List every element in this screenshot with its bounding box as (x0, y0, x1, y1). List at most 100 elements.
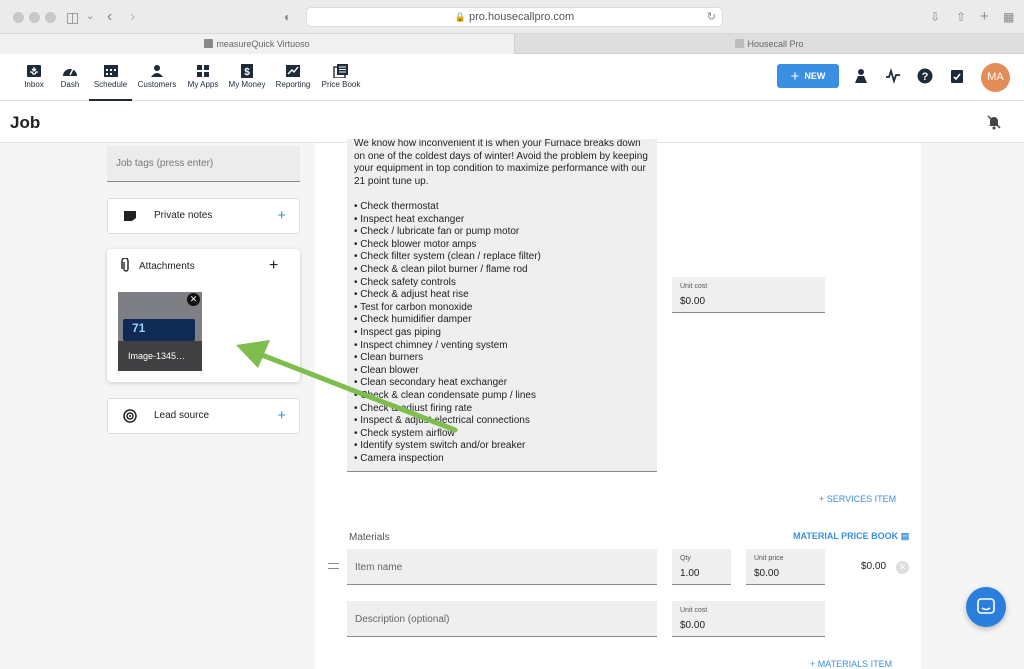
tasks-icon[interactable] (949, 68, 965, 84)
tab-label: Housecall Pro (747, 39, 804, 49)
book-icon (333, 64, 348, 78)
lead-source-card[interactable]: Lead source + (107, 398, 300, 434)
unit-cost-label: Unit cost (680, 607, 708, 614)
app-nav-bar: Inbox Dash Schedule Customers My Apps $ … (0, 54, 1024, 101)
reload-icon[interactable]: ↻ (707, 8, 716, 26)
nav-inbox[interactable]: Inbox (18, 54, 50, 101)
service-description-text: We know how inconvenient it is when your… (354, 139, 648, 187)
checklist-item: Inspect & adjust electrical connections (354, 415, 541, 428)
no-notifications-icon[interactable] (986, 114, 1002, 130)
paperclip-icon (121, 258, 129, 272)
remove-attachment-icon[interactable]: ✕ (187, 293, 200, 306)
service-description-textarea[interactable]: We know how inconvenient it is when your… (347, 139, 657, 472)
svg-text:$: $ (244, 67, 250, 78)
money-icon: $ (241, 64, 253, 78)
share-icon[interactable]: ⇧ (956, 9, 966, 25)
sidebar-toggle-icon[interactable]: ◫ (66, 9, 79, 25)
close-window-button[interactable] (13, 12, 24, 23)
material-unit-price-input[interactable]: Unit price $0.00 (746, 549, 825, 585)
checklist-item: Test for carbon monoxide (354, 302, 541, 315)
privacy-shield-icon[interactable]: ◐ (284, 9, 291, 25)
private-notes-card[interactable]: Private notes + (107, 198, 300, 234)
nav-label: Dash (60, 80, 80, 89)
new-button[interactable]: + NEW (777, 64, 839, 88)
tab-measurequick[interactable]: measureQuick Virtuoso (0, 34, 514, 54)
material-price-book-link[interactable]: MATERIAL PRICE BOOK ▤ (793, 531, 909, 542)
private-notes-label: Private notes (154, 210, 213, 221)
checklist-item: Check safety controls (354, 277, 541, 290)
item-name-placeholder: Item name (355, 562, 403, 573)
checklist-item: Inspect chimney / venting system (354, 340, 541, 353)
qty-value: 1.00 (680, 568, 700, 579)
avatar[interactable]: MA (981, 63, 1010, 92)
checklist-item: Check & adjust firing rate (354, 403, 541, 416)
add-materials-item-button[interactable]: + MATERIALS ITEM (810, 659, 892, 669)
zoom-window-button[interactable] (45, 12, 56, 23)
back-icon[interactable]: ‹ (107, 9, 112, 25)
chat-icon (977, 598, 995, 614)
materials-title: Materials (349, 532, 390, 543)
checklist-item: Check blower motor amps (354, 239, 541, 252)
checklist-item: Clean blower (354, 365, 541, 378)
nav-my-money[interactable]: $ My Money (227, 54, 267, 101)
address-bar[interactable]: 🔒 pro.housecallpro.com ↻ (306, 7, 723, 27)
download-icon[interactable]: ⇩ (930, 9, 940, 25)
add-lead-source-button[interactable]: + (277, 407, 286, 424)
material-price-book-label: MATERIAL PRICE BOOK (793, 531, 899, 541)
favicon-icon (735, 39, 745, 48)
url-text: pro.housecallpro.com (469, 11, 575, 23)
material-item-name-input[interactable]: Item name (347, 549, 657, 585)
attachments-card: Attachments + 71 Image-1345… ✕ (107, 249, 300, 382)
add-private-note-button[interactable]: + (277, 207, 286, 224)
new-tab-icon[interactable]: + (980, 9, 989, 25)
material-description-input[interactable]: Description (optional) (347, 601, 657, 637)
drag-handle-icon[interactable] (328, 563, 339, 569)
chat-launcher-button[interactable] (966, 587, 1006, 627)
minimize-window-button[interactable] (29, 12, 40, 23)
checklist-item: Inspect heat exchanger (354, 214, 541, 227)
service-unit-cost-field[interactable]: Unit cost $0.00 (672, 277, 825, 313)
nav-customers[interactable]: Customers (136, 54, 178, 101)
forward-icon[interactable]: › (130, 9, 135, 25)
nav-dash[interactable]: Dash (56, 54, 84, 101)
chevron-down-icon[interactable]: ⌄ (86, 9, 94, 25)
help-icon[interactable]: ? (917, 68, 933, 84)
tab-label: measureQuick Virtuoso (216, 39, 310, 49)
thumbnail-temp-text: 71 (132, 321, 146, 335)
add-attachment-button[interactable]: + (269, 257, 278, 275)
calendar-icon (103, 65, 118, 77)
page-title: Job (10, 113, 41, 132)
nav-price-book[interactable]: Price Book (320, 54, 362, 101)
inbox-icon (27, 65, 41, 77)
activity-icon[interactable] (885, 68, 901, 84)
tab-overview-icon[interactable]: ▦ (1003, 9, 1014, 25)
checklist-item: Identify system switch and/or breaker (354, 440, 541, 453)
lead-source-label: Lead source (154, 410, 210, 421)
browser-tab-strip: measureQuick Virtuoso Housecall Pro (0, 34, 1024, 54)
material-unit-cost-field[interactable]: Unit cost $0.00 (672, 601, 825, 637)
lead-source-icon (123, 409, 137, 423)
new-button-label: NEW (804, 71, 826, 81)
technician-icon[interactable] (853, 68, 869, 84)
nav-reporting[interactable]: Reporting (274, 54, 312, 101)
nav-label: Inbox (24, 80, 44, 89)
unit-price-value: $0.00 (754, 568, 780, 579)
unit-cost-label: Unit cost (680, 283, 708, 290)
apps-icon (197, 65, 209, 77)
add-services-item-button[interactable]: + SERVICES ITEM (819, 494, 896, 504)
attachments-label: Attachments (139, 261, 195, 272)
checklist-item: Check thermostat (354, 201, 541, 214)
nav-schedule[interactable]: Schedule (89, 54, 132, 101)
material-qty-input[interactable]: Qty 1.00 (672, 549, 731, 585)
lock-icon: 🔒 (454, 12, 467, 22)
description-placeholder: Description (optional) (355, 614, 450, 625)
checklist-item: Check humidifier damper (354, 314, 541, 327)
nav-label: My Apps (187, 80, 219, 89)
checklist-item: Check & adjust heat rise (354, 289, 541, 302)
chart-icon (286, 65, 300, 77)
nav-my-apps[interactable]: My Apps (185, 54, 221, 101)
tab-housecall-pro[interactable]: Housecall Pro (514, 34, 1024, 54)
nav-label: Price Book (321, 80, 361, 89)
remove-material-icon[interactable]: ✕ (896, 561, 909, 574)
job-tags-input[interactable]: Job tags (press enter) (107, 146, 300, 182)
